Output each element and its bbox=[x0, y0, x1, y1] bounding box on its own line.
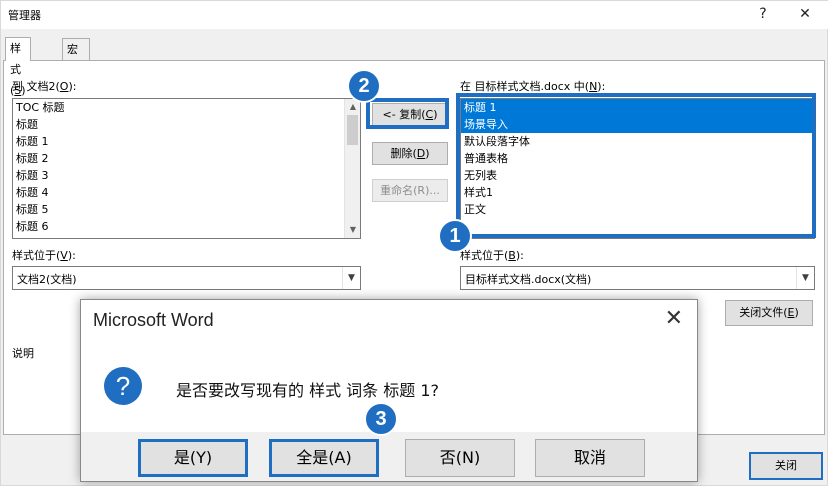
question-icon: ? bbox=[104, 367, 142, 405]
left-location-label: 样式位于(V): bbox=[12, 249, 76, 262]
list-item[interactable]: 标题 1 bbox=[13, 133, 360, 150]
list-item[interactable]: 标题 4 bbox=[13, 184, 360, 201]
message-box: Microsoft Word ✕ ? 是否要改写现有的 样式 词条 标题 1? … bbox=[80, 299, 698, 482]
delete-button[interactable]: 删除(D) bbox=[372, 142, 448, 165]
no-button[interactable]: 否(N) bbox=[405, 439, 515, 477]
tab-styles[interactable]: 样式(S) bbox=[5, 37, 31, 97]
right-list-highlight bbox=[456, 93, 816, 238]
cancel-button[interactable]: 取消 bbox=[535, 439, 645, 477]
left-list-scrollbar[interactable]: ▲ ▼ bbox=[344, 99, 360, 238]
right-list-label: 在 目标样式文档.docx 中(N): bbox=[460, 80, 606, 93]
chevron-down-icon[interactable]: ▼ bbox=[796, 267, 814, 289]
left-style-list[interactable]: TOC 标题 标题 标题 1 标题 2 标题 3 标题 4 标题 5 标题 6 ▲ ▼ bbox=[12, 98, 361, 239]
yes-to-all-button[interactable]: 全是(A) bbox=[269, 439, 379, 477]
message-box-title: Microsoft Word bbox=[93, 310, 214, 330]
list-item[interactable]: 标题 5 bbox=[13, 201, 360, 218]
close-button[interactable]: 关闭 bbox=[749, 452, 823, 480]
callout-2-badge: 2 bbox=[347, 69, 381, 103]
help-button[interactable]: ? bbox=[749, 3, 777, 25]
rename-button[interactable]: 重命名(R)... bbox=[372, 179, 448, 202]
right-location-combo[interactable]: 目标样式文档.docx(文档) ▼ bbox=[460, 266, 815, 290]
copy-button-highlight bbox=[366, 98, 449, 129]
left-location-value: 文档2(文档) bbox=[17, 273, 77, 286]
description-label: 说明 bbox=[12, 347, 34, 360]
right-location-value: 目标样式文档.docx(文档) bbox=[465, 273, 592, 286]
left-location-combo[interactable]: 文档2(文档) ▼ bbox=[12, 266, 361, 290]
scroll-down-icon[interactable]: ▼ bbox=[345, 222, 360, 238]
chevron-down-icon[interactable]: ▼ bbox=[342, 267, 360, 289]
message-box-footer: 是(Y) 全是(A) 否(N) 取消 bbox=[81, 432, 697, 481]
window-title: 管理器 bbox=[8, 9, 41, 22]
right-location-label: 样式位于(B): bbox=[460, 249, 524, 262]
list-item[interactable]: 标题 bbox=[13, 116, 360, 133]
callout-3-badge: 3 bbox=[364, 402, 398, 436]
list-item[interactable]: 标题 6 bbox=[13, 218, 360, 235]
yes-button[interactable]: 是(Y) bbox=[138, 439, 248, 477]
organizer-window: 管理器 ? ✕ 样式(S) 宏方案项(M) 到 文档2(O): TOC 标题标题… bbox=[0, 0, 828, 486]
list-item[interactable]: 标题 3 bbox=[13, 167, 360, 184]
close-icon[interactable]: ✕ bbox=[665, 306, 683, 331]
list-item[interactable]: 标题 2 bbox=[13, 150, 360, 167]
scroll-thumb[interactable] bbox=[347, 115, 358, 145]
callout-1-badge: 1 bbox=[438, 219, 472, 253]
list-item[interactable]: TOC 标题 bbox=[13, 99, 360, 116]
close-file-button[interactable]: 关闭文件(E) bbox=[725, 300, 813, 326]
tab-macro-items[interactable]: 宏方案项(M) bbox=[62, 38, 91, 140]
window-close-button[interactable]: ✕ bbox=[791, 3, 819, 25]
title-bar: 管理器 ? ✕ bbox=[1, 1, 828, 29]
message-text: 是否要改写现有的 样式 词条 标题 1? bbox=[176, 381, 440, 400]
